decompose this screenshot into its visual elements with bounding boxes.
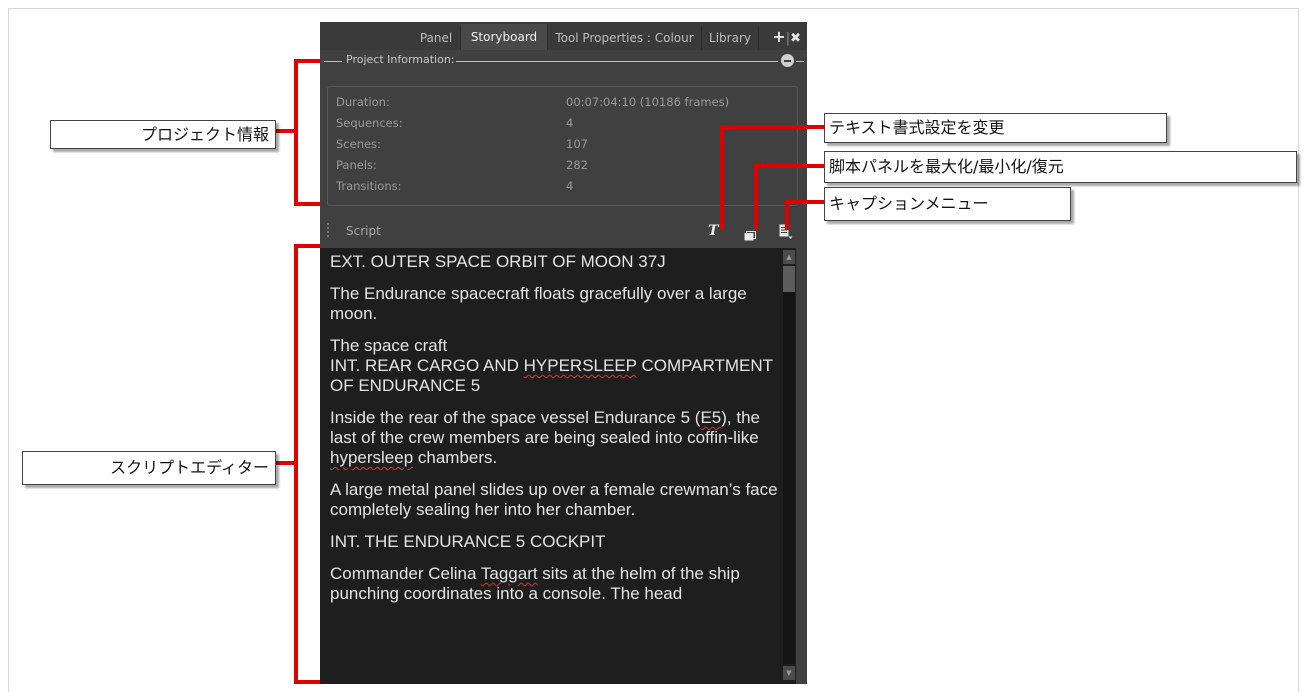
tab-tool-properties-colour[interactable]: Tool Properties : Colour xyxy=(548,26,702,50)
scroll-up-button[interactable]: ▲ xyxy=(783,250,795,264)
text-format-pointer xyxy=(720,125,724,230)
misspelled-word[interactable]: E5 xyxy=(700,408,721,427)
script-paragraph: The Endurance spacecraft floats graceful… xyxy=(330,284,747,323)
text-format-icon[interactable]: T xyxy=(708,223,718,241)
misspelled-word[interactable]: Taggart xyxy=(481,564,538,583)
script-paragraph: Commander Celina Taggart sits at the hel… xyxy=(330,564,740,603)
project-info-connector xyxy=(274,129,296,133)
collapse-icon[interactable] xyxy=(781,54,794,67)
panels-label: Panels: xyxy=(336,158,377,172)
tab-panel[interactable]: Panel xyxy=(412,26,461,50)
sequences-label: Sequences: xyxy=(336,116,403,130)
scroll-down-button[interactable]: ▼ xyxy=(783,666,795,680)
misspelled-word[interactable]: HYPERSLEEP xyxy=(524,356,637,375)
script-editor-bracket-top xyxy=(294,244,320,248)
maximize-pointer xyxy=(754,164,758,230)
script-paragraph: INT. THE ENDURANCE 5 COCKPIT xyxy=(330,532,606,551)
misspelled-word[interactable]: hypersleep xyxy=(330,448,413,467)
tab-storyboard[interactable]: Storyboard xyxy=(461,24,548,50)
project-info-title: Project Information: xyxy=(346,53,455,66)
script-paragraph: A large metal panel slides up over a fem… xyxy=(330,480,778,519)
project-info-bracket-top xyxy=(294,59,320,63)
tab-bar: Panel Storyboard Tool Properties : Colou… xyxy=(320,22,807,50)
scenes-label: Scenes: xyxy=(336,137,381,151)
scrollbar-thumb[interactable] xyxy=(783,266,795,292)
tab-library[interactable]: Library xyxy=(702,26,759,50)
panels-value: 282 xyxy=(566,158,588,172)
script-label: Script xyxy=(346,224,381,238)
script-toolbar: Script T xyxy=(320,216,807,246)
script-paragraph: Inside the rear of the space vessel Endu… xyxy=(330,408,760,467)
project-info-box: Duration: 00:07:04:10 (10186 frames) Seq… xyxy=(327,86,798,206)
caption-menu-pointer xyxy=(785,200,789,230)
text-format-callout: テキスト書式設定を変更 xyxy=(824,113,1167,143)
scrollbar-track[interactable] xyxy=(783,292,795,664)
script-editor-bracket-bottom xyxy=(294,680,320,684)
tab-actions: +|✖ xyxy=(772,27,801,46)
drag-grip-icon[interactable] xyxy=(326,222,330,238)
scenes-value: 107 xyxy=(566,137,588,151)
transitions-label: Transitions: xyxy=(336,179,402,193)
header-line-right xyxy=(456,61,778,62)
project-info-bracket-bottom xyxy=(294,202,320,206)
header-line-end xyxy=(796,61,804,62)
maximize-connector xyxy=(754,164,826,168)
script-paragraph: The space craft INT. REAR CARGO AND HYPE… xyxy=(330,336,773,395)
script-paragraph: EXT. OUTER SPACE ORBIT OF MOON 37J xyxy=(330,252,666,271)
storyboard-panel: Panel Storyboard Tool Properties : Colou… xyxy=(320,22,807,684)
script-text[interactable]: EXT. OUTER SPACE ORBIT OF MOON 37J The E… xyxy=(330,252,785,616)
text-format-connector xyxy=(720,125,826,129)
caption-menu-connector xyxy=(785,200,826,204)
header-line-left xyxy=(324,61,342,62)
script-editor-connector xyxy=(274,461,296,465)
script-editor[interactable]: EXT. OUTER SPACE ORBIT OF MOON 37J The E… xyxy=(320,248,796,684)
duration-value: 00:07:04:10 (10186 frames) xyxy=(566,95,730,109)
sequences-value: 4 xyxy=(566,116,574,130)
transitions-value: 4 xyxy=(566,179,574,193)
close-panel-icon[interactable]: ✖ xyxy=(790,31,801,46)
maximize-callout: 脚本パネルを最大化/最小化/復元 xyxy=(824,151,1297,183)
project-info-header: Project Information: xyxy=(320,52,807,70)
editor-scrollbar[interactable]: ▲ ▼ xyxy=(782,248,796,684)
project-info-callout: プロジェクト情報 xyxy=(50,120,276,149)
duration-label: Duration: xyxy=(336,95,390,109)
add-tab-icon[interactable]: + xyxy=(772,27,785,46)
script-editor-callout: スクリプトエディター xyxy=(22,451,276,485)
caption-menu-callout: キャプションメニュー xyxy=(824,187,1071,221)
